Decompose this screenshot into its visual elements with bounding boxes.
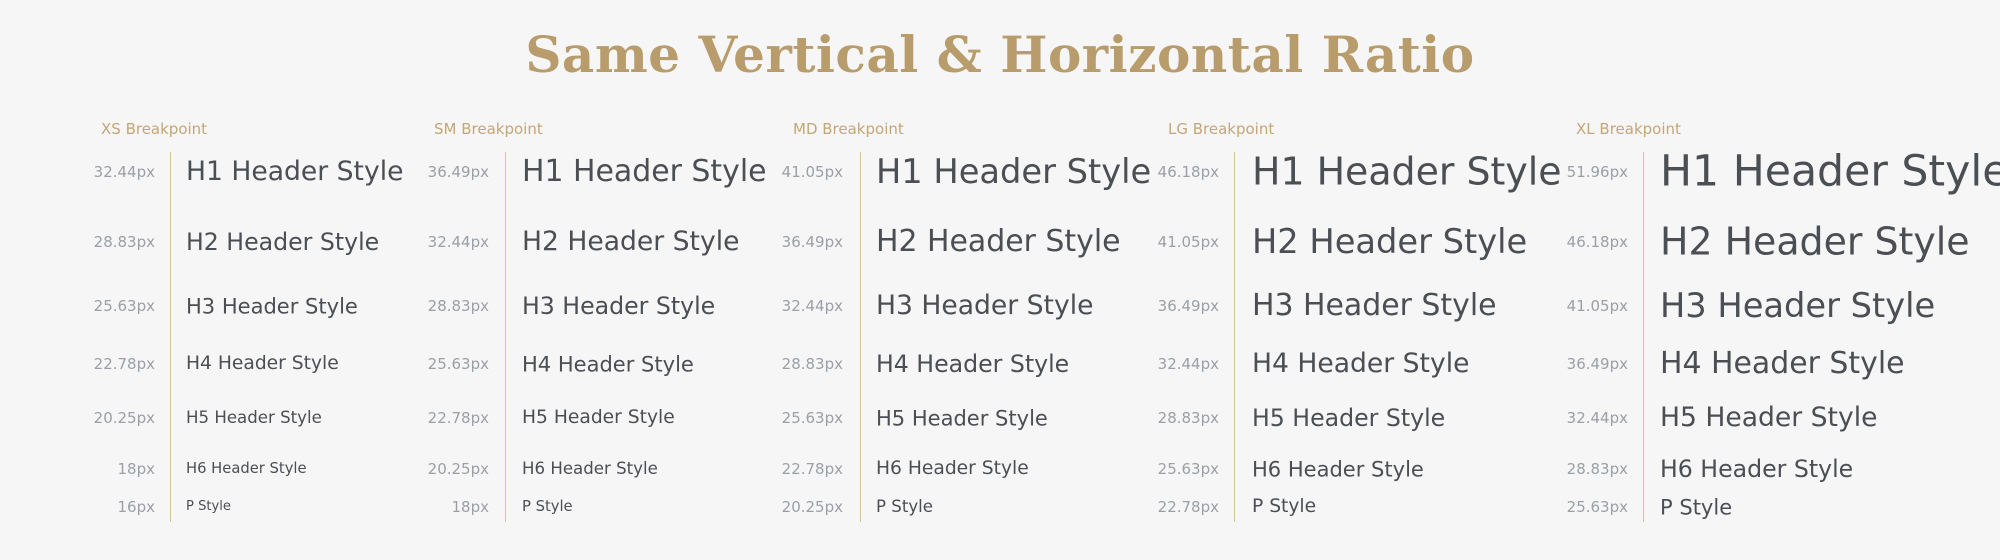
size-value-label: 25.63px: [427, 355, 489, 373]
style-sample-h3: H3 Header Style: [1660, 285, 1936, 325]
size-value-label: 25.63px: [93, 297, 155, 315]
size-value-label: 28.83px: [781, 355, 843, 373]
style-sample-h6: H6 Header Style: [186, 460, 307, 478]
size-value-label: 32.44px: [1566, 409, 1628, 427]
style-sample-h3: H3 Header Style: [1252, 288, 1497, 324]
breakpoint-label: LG Breakpoint: [1168, 120, 1275, 138]
style-sample-p: P Style: [522, 498, 573, 516]
size-value-label: 41.05px: [781, 163, 843, 181]
size-value-label: 51.96px: [1566, 163, 1628, 181]
size-value-label: 22.78px: [427, 409, 489, 427]
column-divider: [505, 152, 506, 522]
style-sample-h5: H5 Header Style: [1252, 403, 1446, 432]
column-divider: [1643, 152, 1644, 522]
style-sample-h1: H1 Header Style: [1660, 146, 2000, 197]
size-value-label: 28.83px: [1157, 409, 1219, 427]
size-value-label: 16px: [117, 498, 156, 516]
size-value-label: 25.63px: [781, 409, 843, 427]
breakpoint-label: SM Breakpoint: [434, 120, 543, 138]
column-divider: [170, 152, 171, 522]
size-value-label: 22.78px: [1157, 498, 1219, 516]
size-value-label: 25.63px: [1566, 498, 1628, 516]
style-sample-h6: H6 Header Style: [1252, 456, 1424, 482]
size-value-label: 41.05px: [1566, 297, 1628, 315]
style-sample-h4: H4 Header Style: [1660, 346, 1905, 382]
size-value-label: 25.63px: [1157, 460, 1219, 478]
size-value-label: 20.25px: [781, 498, 843, 516]
style-sample-p: P Style: [186, 499, 231, 515]
style-sample-h5: H5 Header Style: [522, 406, 675, 428]
style-sample-h1: H1 Header Style: [522, 154, 767, 190]
style-sample-h4: H4 Header Style: [1252, 348, 1470, 380]
style-sample-h2: H2 Header Style: [1252, 221, 1528, 261]
breakpoint-label: XS Breakpoint: [101, 120, 208, 138]
size-value-label: 20.25px: [93, 409, 155, 427]
page-title: Same Vertical & Horizontal Ratio: [525, 25, 1475, 84]
style-sample-p: P Style: [1252, 495, 1317, 517]
size-value-label: 32.44px: [93, 163, 155, 181]
size-value-label: 46.18px: [1157, 163, 1219, 181]
style-sample-h2: H2 Header Style: [186, 227, 380, 256]
style-sample-h2: H2 Header Style: [522, 226, 740, 258]
size-value-label: 22.78px: [781, 460, 843, 478]
size-value-label: 36.49px: [1157, 297, 1219, 315]
style-sample-p: P Style: [1660, 494, 1733, 520]
style-sample-p: P Style: [876, 497, 934, 517]
size-value-label: 36.49px: [1566, 355, 1628, 373]
size-value-label: 28.83px: [427, 297, 489, 315]
size-value-label: 28.83px: [93, 233, 155, 251]
style-sample-h6: H6 Header Style: [876, 457, 1029, 479]
size-value-label: 36.49px: [781, 233, 843, 251]
size-value-label: 22.78px: [93, 355, 155, 373]
style-sample-h5: H5 Header Style: [876, 405, 1048, 431]
size-value-label: 20.25px: [427, 460, 489, 478]
column-divider: [860, 152, 861, 522]
size-value-label: 18px: [117, 460, 156, 478]
style-sample-h1: H1 Header Style: [1252, 149, 1562, 194]
size-value-label: 32.44px: [781, 297, 843, 315]
style-sample-h5: H5 Header Style: [1660, 402, 1878, 434]
size-value-label: 32.44px: [1157, 355, 1219, 373]
style-sample-h2: H2 Header Style: [1660, 219, 1970, 264]
size-value-label: 46.18px: [1566, 233, 1628, 251]
style-sample-h3: H3 Header Style: [876, 290, 1094, 322]
style-sample-h5: H5 Header Style: [186, 408, 322, 428]
style-sample-h6: H6 Header Style: [1660, 454, 1854, 483]
style-sample-h6: H6 Header Style: [522, 459, 658, 479]
breakpoint-label: XL Breakpoint: [1576, 120, 1681, 138]
style-sample-h3: H3 Header Style: [186, 293, 358, 319]
size-value-label: 32.44px: [427, 233, 489, 251]
style-sample-h3: H3 Header Style: [522, 291, 716, 320]
breakpoint-label: MD Breakpoint: [793, 120, 904, 138]
style-sample-h1: H1 Header Style: [876, 151, 1152, 191]
size-value-label: 41.05px: [1157, 233, 1219, 251]
size-value-label: 28.83px: [1566, 460, 1628, 478]
style-sample-h2: H2 Header Style: [876, 224, 1121, 260]
size-value-label: 18px: [451, 498, 490, 516]
column-divider: [1234, 152, 1235, 522]
size-value-label: 36.49px: [427, 163, 489, 181]
style-sample-h4: H4 Header Style: [522, 351, 694, 377]
style-sample-h1: H1 Header Style: [186, 156, 404, 188]
style-sample-h4: H4 Header Style: [186, 352, 339, 374]
style-sample-h4: H4 Header Style: [876, 349, 1070, 378]
